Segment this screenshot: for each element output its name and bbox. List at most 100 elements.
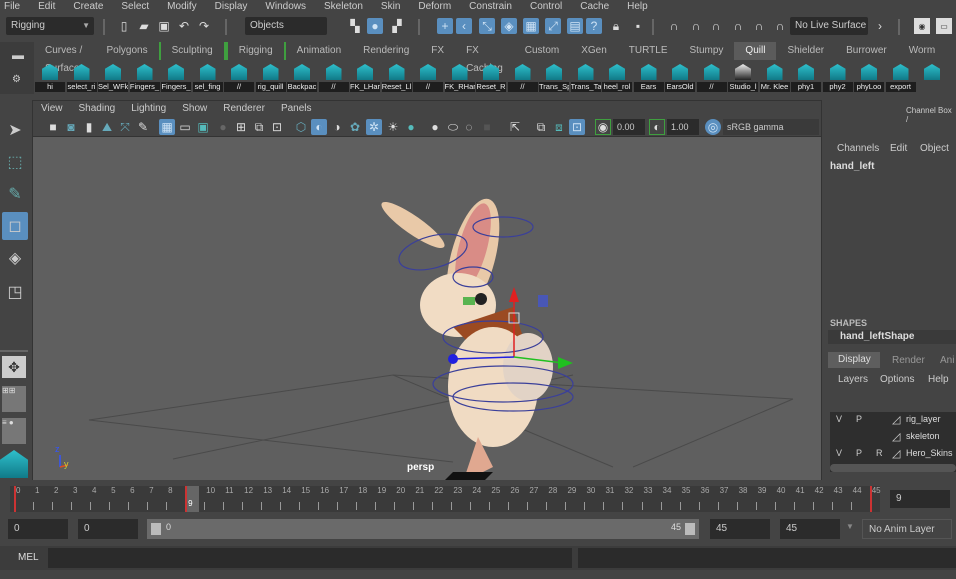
tab-display[interactable]: Display: [828, 352, 880, 368]
horizontal-scrollbar[interactable]: [830, 464, 956, 472]
camera-attributes-icon[interactable]: ◙: [63, 119, 79, 135]
visibility-toggle[interactable]: V: [836, 448, 842, 458]
shape-node-row[interactable]: hand_leftShape: [828, 330, 956, 344]
wireframe-on-shaded-icon[interactable]: ✿: [347, 119, 363, 135]
menu-windows[interactable]: Windows: [261, 0, 306, 14]
shelf-button[interactable]: Trans_Sp: [538, 60, 570, 94]
menu-skin[interactable]: Skin: [377, 0, 400, 14]
field-chart-icon[interactable]: ⊞: [233, 119, 249, 135]
snap-grid-icon[interactable]: ∩: [666, 18, 682, 34]
menuset-dropdown[interactable]: Rigging ▼: [6, 17, 94, 35]
color-management-icon[interactable]: ◎: [705, 119, 721, 135]
shelf-tab-polygons[interactable]: Polygons: [95, 42, 158, 60]
select-component-icon[interactable]: ▞: [389, 18, 405, 34]
shelf-button[interactable]: Mr. Klee: [759, 60, 791, 94]
screen-space-ao-icon[interactable]: ●: [427, 119, 443, 135]
shelf-tab-sculpting[interactable]: Sculpting: [158, 42, 226, 60]
four-pane-layout-icon[interactable]: ⊞⊞: [2, 386, 26, 412]
safe-title-icon[interactable]: ⊡: [269, 119, 285, 135]
shelf-button[interactable]: //: [696, 60, 728, 94]
playback-start-field[interactable]: 0: [78, 519, 138, 539]
move-tool-icon[interactable]: ◻: [2, 212, 28, 240]
gamma-field[interactable]: 1.00: [667, 119, 699, 135]
layer-row[interactable]: ◿ skeleton: [830, 429, 956, 445]
make-live-icon[interactable]: ∩: [772, 18, 788, 34]
menu-deform[interactable]: Deform: [414, 0, 451, 14]
shelf-button[interactable]: select_ri: [66, 60, 98, 94]
edit-menu[interactable]: Edit: [890, 143, 907, 154]
menu-edit[interactable]: Edit: [34, 0, 55, 14]
channels-menu[interactable]: Channels: [837, 143, 879, 154]
shelf-button[interactable]: //: [412, 60, 444, 94]
shelf-button[interactable]: phy1: [790, 60, 822, 94]
menu-modify[interactable]: Modify: [163, 0, 196, 14]
shelf-button[interactable]: FK_RHar: [444, 60, 476, 94]
undo-icon[interactable]: ↶: [176, 18, 192, 34]
anim-layer-dropdown[interactable]: No Anim Layer: [862, 519, 952, 539]
layer-row[interactable]: V P ◿ rig_layer: [830, 412, 956, 428]
grid-icon[interactable]: ▦: [159, 119, 175, 135]
color-space-dropdown[interactable]: sRGB gamma: [723, 119, 819, 135]
snap-point-icon[interactable]: ∩: [708, 18, 724, 34]
gear-icon[interactable]: ⚙: [12, 74, 21, 85]
xray-icon[interactable]: ⧉: [533, 119, 549, 135]
current-time-indicator[interactable]: 9: [185, 486, 200, 512]
shelf-tab-rigging[interactable]: Rigging: [225, 42, 286, 60]
bookmark-icon[interactable]: ▮: [81, 119, 97, 135]
exposure-field[interactable]: 0.00: [613, 119, 645, 135]
select-object-icon[interactable]: ●: [367, 18, 383, 34]
playback-toggle[interactable]: P: [856, 414, 862, 424]
isolate-select-icon[interactable]: ⇱: [507, 119, 523, 135]
select-by-handle-icon[interactable]: +: [437, 18, 453, 34]
tab-anim[interactable]: Ani: [940, 355, 954, 366]
panel-menu-show[interactable]: Show: [174, 101, 207, 117]
shelf-button[interactable]: phy2: [822, 60, 854, 94]
selection-mode-dropdown[interactable]: Objects: [245, 17, 327, 35]
film-gate-icon[interactable]: ▭: [177, 119, 193, 135]
highlight-selection-icon[interactable]: ▪: [630, 18, 646, 34]
shelf-button[interactable]: //: [223, 60, 255, 94]
select-hierarchy-icon[interactable]: ▚: [347, 18, 363, 34]
chevron-right-icon[interactable]: ›: [872, 18, 888, 34]
shelf-tab-turtle[interactable]: TURTLE: [618, 42, 679, 60]
select-by-misc-icon[interactable]: ?: [586, 18, 602, 34]
shelf-button[interactable]: EarsOld: [664, 60, 696, 94]
menu-help[interactable]: Help: [623, 0, 648, 14]
shelf-button[interactable]: Fingers_: [160, 60, 192, 94]
resolution-gate-icon[interactable]: ▣: [195, 119, 211, 135]
object-menu[interactable]: Object: [920, 143, 949, 154]
range-slider[interactable]: 0 45: [147, 519, 699, 539]
snap-view-plane-icon[interactable]: ∩: [730, 18, 746, 34]
motion-blur-icon[interactable]: ⬭: [445, 119, 461, 135]
open-scene-icon[interactable]: ▰: [136, 18, 152, 34]
command-input[interactable]: [48, 548, 572, 568]
menu-cache[interactable]: Cache: [576, 0, 609, 14]
grease-pencil-icon[interactable]: ✎: [135, 119, 151, 135]
layer-row[interactable]: V P R ◿ Hero_Skins: [830, 446, 956, 462]
menu-skeleton[interactable]: Skeleton: [320, 0, 363, 14]
snap-curve-icon[interactable]: ∩: [688, 18, 704, 34]
image-plane-icon[interactable]: ⛰: [99, 119, 115, 135]
depth-of-field-icon[interactable]: ■: [479, 119, 495, 135]
shelf-button[interactable]: [916, 60, 948, 94]
panel-menu-panels[interactable]: Panels: [273, 101, 312, 117]
shelf-tab-xgen[interactable]: XGen: [570, 42, 618, 60]
help-menu[interactable]: Help: [928, 374, 949, 385]
gate-mask-icon[interactable]: ●: [215, 119, 231, 135]
shelf-tab-burrower[interactable]: Burrower: [835, 42, 898, 60]
lights-icon[interactable]: ☀: [385, 119, 401, 135]
xray-joints-icon[interactable]: ⧈: [551, 119, 567, 135]
shelf-button[interactable]: Studio_l: [727, 60, 759, 94]
visibility-toggle[interactable]: V: [836, 414, 842, 424]
new-scene-icon[interactable]: ▯: [116, 18, 132, 34]
shelf-tab-worm[interactable]: Worm: [898, 42, 946, 60]
shelf-button[interactable]: Ears: [633, 60, 665, 94]
playback-end-field[interactable]: 45: [710, 519, 770, 539]
3d-viewport[interactable]: z y persp: [33, 137, 821, 480]
render-view-icon[interactable]: ◉: [914, 18, 930, 34]
2d-pan-zoom-icon[interactable]: ⤧: [117, 119, 133, 135]
shelf-tab-shielder[interactable]: Shielder: [776, 42, 835, 60]
layer-color-icon[interactable]: ◿: [892, 430, 900, 443]
shelf-button[interactable]: Backpac: [286, 60, 318, 94]
wireframe-icon[interactable]: ⬡: [293, 119, 309, 135]
